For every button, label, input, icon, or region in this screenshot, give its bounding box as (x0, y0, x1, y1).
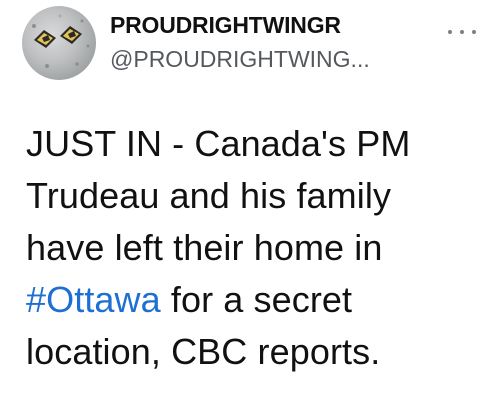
more-horizontal-icon-dot (472, 30, 476, 34)
tweet-text-line: Trudeau and his family (26, 175, 392, 216)
tweet-text-line: have left their home in (26, 227, 383, 268)
tweet-text-line: #Ottawa for a secret (26, 274, 492, 326)
user-handle[interactable]: @PROUDRIGHTWING... (110, 46, 370, 72)
avatar[interactable] (22, 6, 96, 80)
display-name[interactable]: PROUDRIGHTWINGR (110, 12, 370, 38)
avatar-image (32, 14, 90, 68)
more-options-button[interactable] (448, 24, 476, 40)
tweet-text-fragment: for a secret (160, 279, 353, 320)
user-info: PROUDRIGHTWINGR @PROUDRIGHTWING... (110, 12, 370, 72)
tweet-text: JUST IN - Canada's PM Trudeau and his fa… (26, 118, 492, 378)
tweet-text-line: JUST IN - Canada's PM (26, 123, 411, 164)
more-horizontal-icon (448, 30, 452, 34)
tweet-text-line: location, CBC reports. (26, 331, 381, 372)
hashtag-link[interactable]: #Ottawa (26, 279, 161, 320)
more-horizontal-icon-dot (460, 30, 464, 34)
tweet-card[interactable]: PROUDRIGHTWINGR @PROUDRIGHTWING... JUST … (0, 0, 500, 415)
